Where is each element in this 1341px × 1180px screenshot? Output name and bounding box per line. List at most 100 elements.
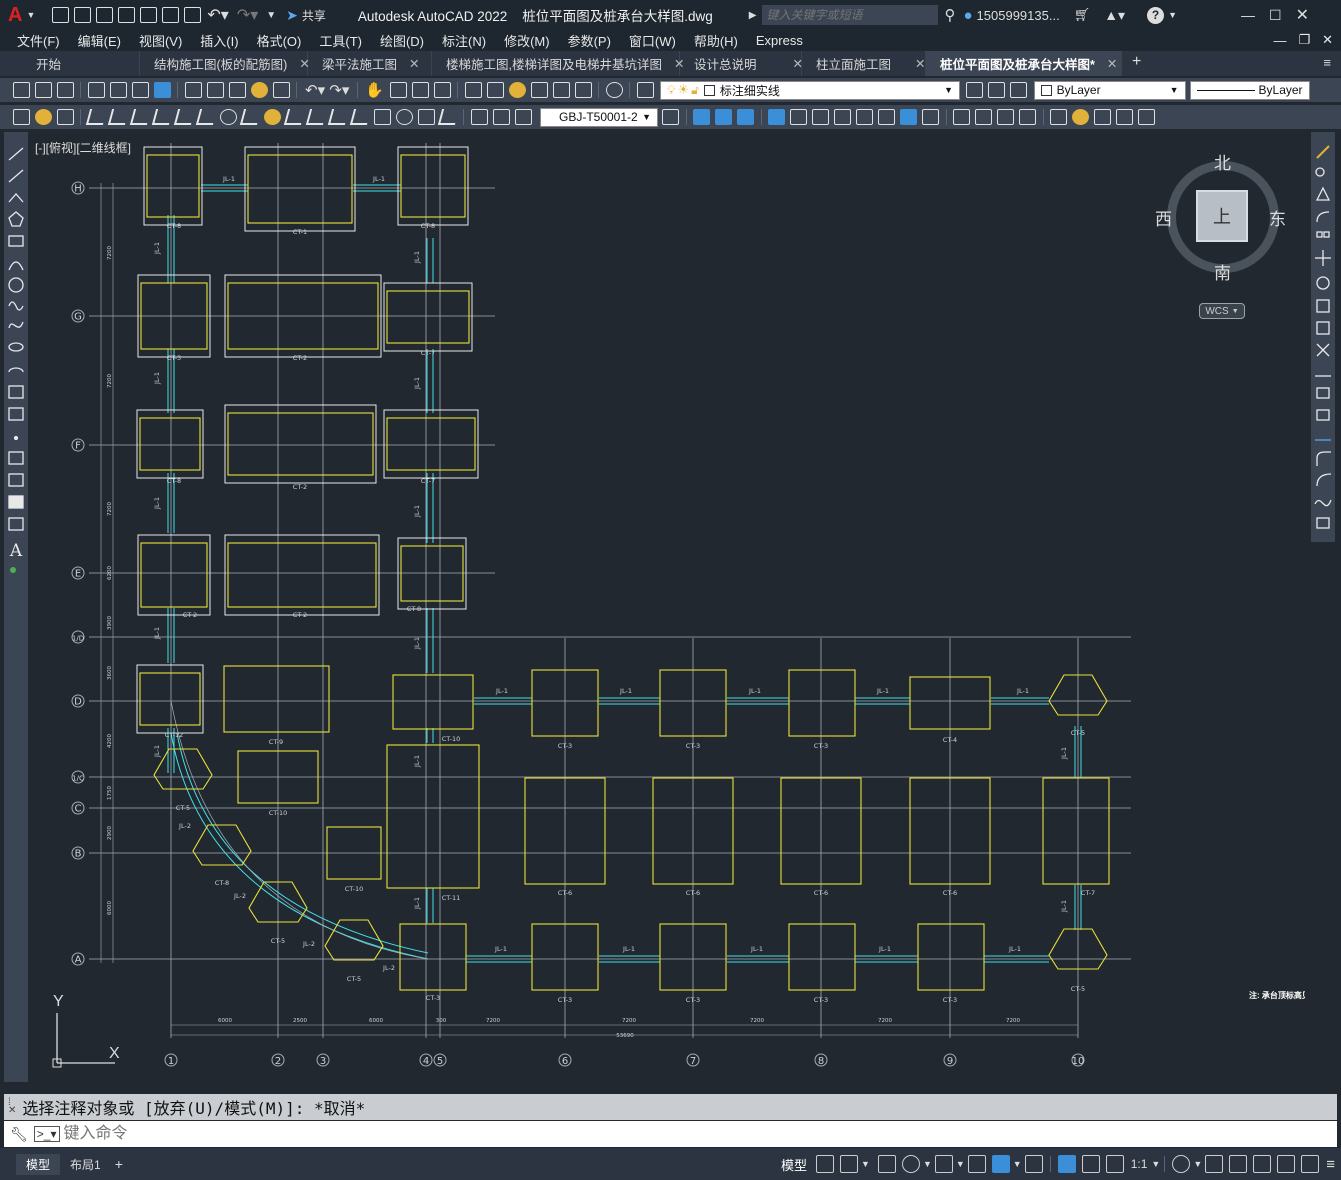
zoom-realtime-icon[interactable]	[389, 82, 407, 98]
command-line[interactable]: 🔧︎ >_▾	[4, 1121, 1337, 1147]
union-icon[interactable]	[693, 109, 710, 125]
user-icon[interactable]: ●	[963, 7, 972, 24]
compass-south[interactable]: 南	[1214, 259, 1231, 284]
ellipse-icon[interactable]	[8, 342, 24, 352]
save-as-icon[interactable]	[117, 7, 135, 23]
delete-faces-icon[interactable]	[834, 109, 851, 125]
share-button[interactable]: ➤ 共享	[286, 7, 326, 24]
plot-icon[interactable]	[87, 82, 105, 98]
menu-express[interactable]: Express	[747, 33, 812, 48]
snap-icon[interactable]	[840, 1155, 859, 1173]
tab-beam[interactable]: 梁平法施工图 ✕	[308, 51, 432, 76]
graphics-performance-icon[interactable]	[1277, 1155, 1296, 1173]
user-name[interactable]: 1505999135...	[977, 8, 1060, 23]
help-chevron-icon[interactable]: ▼	[1168, 10, 1177, 20]
dim-radius-icon[interactable]	[173, 109, 195, 125]
polar-icon[interactable]	[901, 1155, 920, 1173]
edit-text-icon[interactable]	[34, 109, 52, 125]
isodraft-icon[interactable]	[934, 1155, 953, 1173]
line-tool-icon[interactable]	[8, 147, 24, 161]
hatch-icon[interactable]	[8, 451, 24, 465]
menu-file[interactable]: 文件(F)	[8, 31, 69, 50]
tab-slab-rebar[interactable]: 结构施工图(板的配筋图) ✕	[140, 51, 310, 76]
fillet-icon[interactable]	[1316, 473, 1332, 487]
object-snap-icon[interactable]	[991, 1155, 1010, 1173]
object-snap-tracking-icon[interactable]	[967, 1155, 986, 1173]
compass-north[interactable]: 北	[1214, 149, 1231, 174]
break-point-icon[interactable]	[1316, 387, 1330, 399]
polyline-icon[interactable]	[8, 193, 24, 203]
break-icon[interactable]	[1316, 409, 1330, 421]
jogged-linear-icon[interactable]	[437, 109, 459, 125]
help-search-input[interactable]	[762, 5, 939, 25]
auto-scale-icon[interactable]	[1081, 1155, 1100, 1173]
explode-icon[interactable]	[1316, 517, 1330, 529]
menu-help[interactable]: 帮助(H)	[685, 31, 747, 50]
clean-icon[interactable]	[975, 109, 992, 125]
chevron-down-icon[interactable]: ▼	[1151, 1159, 1160, 1169]
move-faces-icon[interactable]	[790, 109, 807, 125]
dim-angular-icon[interactable]	[239, 109, 261, 125]
app-menu-chevron-icon[interactable]: ▼	[26, 10, 35, 20]
close-icon[interactable]: ✕	[1296, 5, 1309, 25]
clean-screen-icon[interactable]	[1301, 1155, 1320, 1173]
copy-faces-icon[interactable]	[900, 109, 917, 125]
save-icon[interactable]	[56, 82, 74, 98]
tool-palettes-icon[interactable]	[508, 82, 526, 98]
trim-icon[interactable]	[1316, 343, 1330, 357]
paste-icon[interactable]	[228, 82, 246, 98]
gradient-icon[interactable]	[8, 473, 24, 487]
ellipse-arc-icon[interactable]	[8, 367, 24, 373]
drawing-canvas[interactable]: [-][俯视][二维线框] H G F E 1/D D 1/C C B A 1 2 3 4 5 6 7 8 9 10 6…	[33, 133, 1305, 1088]
grid-icon[interactable]	[816, 1155, 835, 1173]
insert-block-icon[interactable]	[8, 385, 24, 399]
help-icon[interactable]	[605, 82, 623, 98]
quick-properties-icon[interactable]	[1253, 1155, 1272, 1173]
new-tab-button[interactable]: +	[1122, 51, 1151, 76]
construction-line-icon[interactable]	[8, 169, 24, 183]
zoom-window-icon[interactable]	[411, 82, 429, 98]
search-expand-icon[interactable]: ▶	[749, 10, 757, 21]
properties-icon[interactable]	[464, 82, 482, 98]
taper-faces-icon[interactable]	[878, 109, 895, 125]
tab-layout1[interactable]: 布局1	[60, 1154, 111, 1175]
style-icon[interactable]	[56, 109, 74, 125]
rotate-faces-icon[interactable]	[856, 109, 873, 125]
help-icon[interactable]: ?	[1147, 6, 1165, 24]
stretch-icon[interactable]	[1316, 321, 1330, 335]
region-icon[interactable]	[8, 495, 24, 509]
markup-icon[interactable]	[552, 82, 570, 98]
arc-icon[interactable]	[8, 261, 24, 271]
quick-dim-icon[interactable]	[263, 109, 281, 125]
maximize-icon[interactable]: ☐	[1269, 7, 1282, 24]
cart-icon[interactable]: 🛒︎	[1074, 7, 1091, 23]
menu-modify[interactable]: 修改(M)	[495, 31, 559, 50]
mtext-icon[interactable]: A	[9, 541, 23, 561]
sheet-set-icon[interactable]	[530, 82, 548, 98]
dim-baseline-icon[interactable]	[283, 109, 305, 125]
annotation-scale-icon[interactable]	[1105, 1155, 1124, 1173]
menu-window[interactable]: 窗口(W)	[620, 31, 685, 50]
match-prop-icon[interactable]	[250, 82, 268, 98]
chevron-down-icon[interactable]: ▼	[861, 1159, 870, 1169]
dim-arc-icon[interactable]	[129, 109, 151, 125]
tab-close-icon[interactable]: ✕	[915, 56, 925, 71]
tab-start[interactable]: 开始	[0, 51, 140, 76]
menu-format[interactable]: 格式(O)	[248, 31, 311, 50]
wcs-menu[interactable]: WCS ▼	[1199, 303, 1245, 319]
dim-break-icon[interactable]	[349, 109, 371, 125]
menu-parametric[interactable]: 参数(P)	[559, 31, 620, 50]
tab-close-icon[interactable]: ✕	[1107, 56, 1117, 71]
layer-state-icon[interactable]	[1010, 82, 1028, 98]
materials-icon[interactable]	[1116, 109, 1133, 125]
annotation-monitor-icon[interactable]	[1205, 1155, 1224, 1173]
copy-icon[interactable]	[1315, 167, 1325, 177]
undo-icon[interactable]: ↶▾ ↷▾	[305, 81, 349, 99]
scale-icon[interactable]	[1316, 299, 1330, 313]
qat-more-icon[interactable]: ▼	[266, 10, 276, 21]
intersect-icon[interactable]	[737, 109, 754, 125]
tab-model[interactable]: 模型	[16, 1153, 61, 1175]
dim-aligned-icon[interactable]	[107, 109, 129, 125]
color-dropdown[interactable]: ByLayer ▼	[1033, 80, 1186, 100]
tolerance-icon[interactable]	[373, 109, 391, 125]
